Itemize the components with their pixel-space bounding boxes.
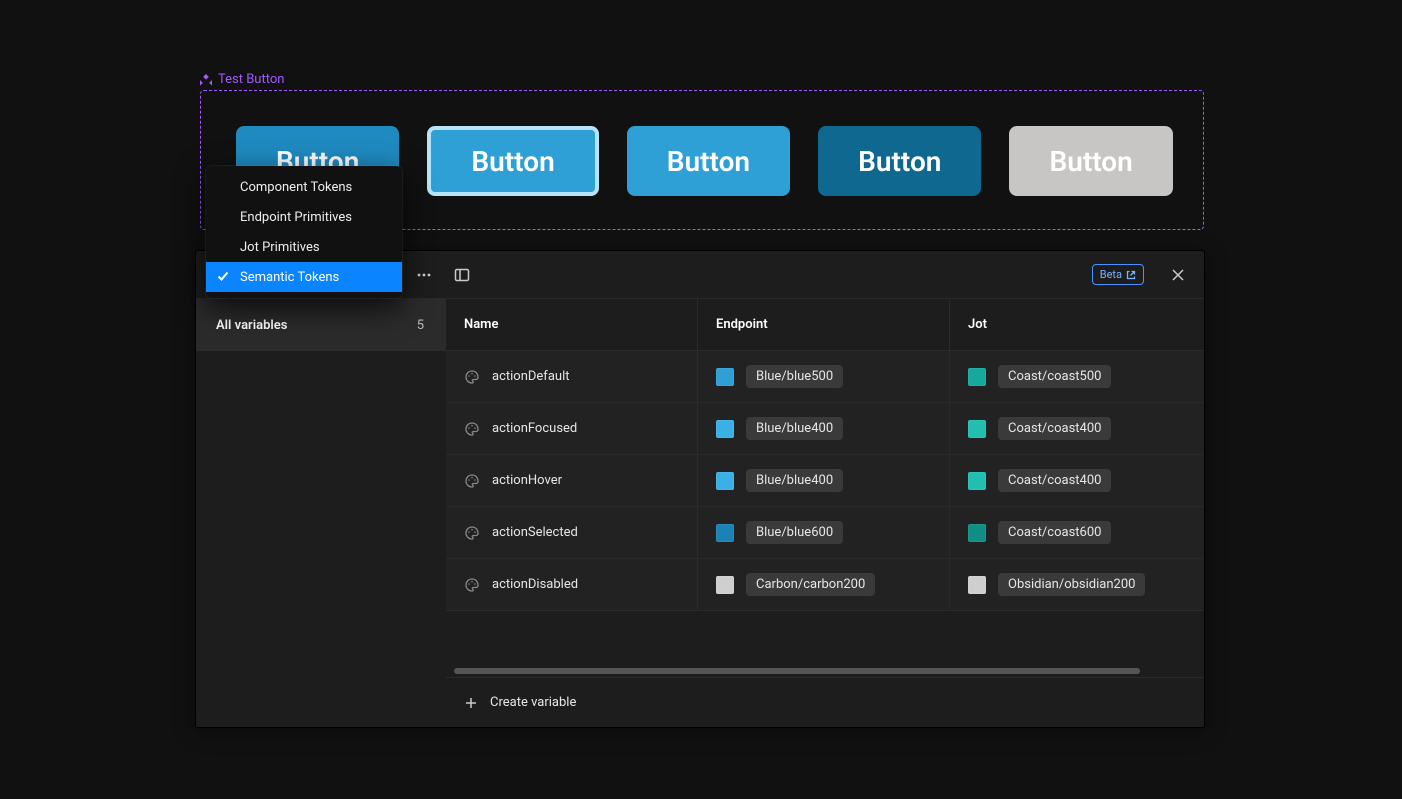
cell-jot[interactable]: Coast/coast600 (950, 507, 1204, 558)
cell-endpoint[interactable]: Carbon/carbon200 (698, 559, 950, 610)
variable-name: actionSelected (492, 525, 578, 540)
color-variable-icon (464, 577, 480, 593)
variable-name: actionDisabled (492, 577, 578, 592)
cell-name[interactable]: actionDisabled (446, 559, 698, 610)
collection-option[interactable]: Component Tokens (206, 172, 402, 202)
table-row[interactable]: actionFocused Blue/blue400 Coast/coast40… (446, 403, 1204, 455)
close-panel-button[interactable] (1164, 261, 1192, 289)
button-label: Button (667, 145, 750, 178)
color-variable-icon (464, 473, 480, 489)
color-swatch (968, 576, 986, 594)
create-variable-button[interactable]: Create variable (446, 677, 1204, 727)
color-value-chip[interactable]: Coast/coast500 (998, 365, 1111, 388)
external-link-icon (1126, 270, 1136, 280)
color-variable-icon (464, 369, 480, 385)
scrollbar-thumb[interactable] (454, 668, 1140, 674)
color-swatch (968, 368, 986, 386)
component-icon (200, 74, 212, 86)
color-value-chip[interactable]: Carbon/carbon200 (746, 573, 875, 596)
cell-jot[interactable]: Obsidian/obsidian200 (950, 559, 1204, 610)
collection-option[interactable]: Jot Primitives (206, 232, 402, 262)
variable-name: actionFocused (492, 421, 577, 436)
table-header: Name Endpoint Jot (446, 299, 1204, 351)
button-variant-disabled[interactable]: Button (1009, 126, 1172, 196)
variables-table: Name Endpoint Jot actionDefault Blue/blu… (446, 299, 1204, 727)
color-value-chip[interactable]: Blue/blue500 (746, 365, 843, 388)
color-swatch (968, 472, 986, 490)
more-horizontal-icon (416, 267, 432, 283)
color-swatch (968, 420, 986, 438)
collection-option-label: Endpoint Primitives (240, 210, 352, 225)
column-header-label: Name (464, 317, 498, 332)
cell-jot[interactable]: Coast/coast500 (950, 351, 1204, 402)
column-header-label: Endpoint (716, 317, 768, 332)
cell-name[interactable]: actionFocused (446, 403, 698, 454)
color-value-chip[interactable]: Blue/blue400 (746, 417, 843, 440)
table-row[interactable]: actionDisabled Carbon/carbon200 Obsidian… (446, 559, 1204, 611)
button-variant-hover[interactable]: Button (627, 126, 790, 196)
column-header-jot[interactable]: Jot (950, 299, 1204, 350)
sidebar-item-label: All variables (216, 318, 287, 333)
button-label: Button (858, 145, 941, 178)
variable-name: actionDefault (492, 369, 569, 384)
table-row[interactable]: actionHover Blue/blue400 Coast/coast400 (446, 455, 1204, 507)
color-variable-icon (464, 525, 480, 541)
button-variant-selected[interactable]: Button (818, 126, 981, 196)
button-label: Button (1049, 145, 1132, 178)
sidebar-icon (453, 266, 471, 284)
sidebar-item-all-variables[interactable]: All variables 5 (196, 299, 446, 351)
collection-picker-popover: Component Tokens Endpoint Primitives Jot P… (206, 166, 402, 298)
horizontal-scrollbar[interactable] (452, 665, 1198, 677)
color-swatch (716, 420, 734, 438)
check-icon (216, 269, 230, 283)
color-value-chip[interactable]: Coast/coast400 (998, 469, 1111, 492)
component-label[interactable]: Test Button (200, 72, 284, 87)
cell-endpoint[interactable]: Blue/blue500 (698, 351, 950, 402)
table-row[interactable]: actionSelected Blue/blue600 Coast/coast6… (446, 507, 1204, 559)
variables-panel: Beta All variables 5 Name Endpoint Jot (196, 251, 1204, 727)
plus-icon (464, 696, 478, 710)
cell-endpoint[interactable]: Blue/blue400 (698, 455, 950, 506)
color-value-chip[interactable]: Obsidian/obsidian200 (998, 573, 1145, 596)
close-icon (1171, 268, 1185, 282)
column-header-label: Jot (968, 317, 987, 332)
cell-jot[interactable]: Coast/coast400 (950, 455, 1204, 506)
button-variant-focused[interactable]: Button (427, 126, 598, 196)
collection-option[interactable]: Semantic Tokens (206, 262, 402, 292)
color-swatch (716, 368, 734, 386)
collection-option[interactable]: Endpoint Primitives (206, 202, 402, 232)
column-header-endpoint[interactable]: Endpoint (698, 299, 950, 350)
cell-name[interactable]: actionSelected (446, 507, 698, 558)
color-value-chip[interactable]: Coast/coast400 (998, 417, 1111, 440)
cell-name[interactable]: actionDefault (446, 351, 698, 402)
beta-label: Beta (1100, 268, 1122, 281)
beta-badge[interactable]: Beta (1092, 264, 1144, 285)
color-swatch (968, 524, 986, 542)
collection-option-label: Component Tokens (240, 180, 352, 195)
cell-endpoint[interactable]: Blue/blue400 (698, 403, 950, 454)
color-swatch (716, 576, 734, 594)
collection-option-label: Jot Primitives (240, 240, 320, 255)
create-variable-label: Create variable (490, 695, 576, 710)
cell-name[interactable]: actionHover (446, 455, 698, 506)
color-value-chip[interactable]: Blue/blue400 (746, 469, 843, 492)
cell-jot[interactable]: Coast/coast400 (950, 403, 1204, 454)
column-header-name[interactable]: Name (446, 299, 698, 350)
collection-option-label: Semantic Tokens (240, 270, 339, 285)
variable-name: actionHover (492, 473, 562, 488)
color-value-chip[interactable]: Coast/coast600 (998, 521, 1111, 544)
variables-sidebar: All variables 5 (196, 299, 446, 727)
toggle-sidebar-button[interactable] (448, 261, 476, 289)
color-value-chip[interactable]: Blue/blue600 (746, 521, 843, 544)
color-variable-icon (464, 421, 480, 437)
cell-endpoint[interactable]: Blue/blue600 (698, 507, 950, 558)
more-options-button[interactable] (410, 261, 438, 289)
color-swatch (716, 524, 734, 542)
component-label-text: Test Button (218, 72, 284, 87)
table-row[interactable]: actionDefault Blue/blue500 Coast/coast50… (446, 351, 1204, 403)
sidebar-item-count: 5 (417, 318, 424, 333)
color-swatch (716, 472, 734, 490)
button-label: Button (471, 145, 554, 178)
